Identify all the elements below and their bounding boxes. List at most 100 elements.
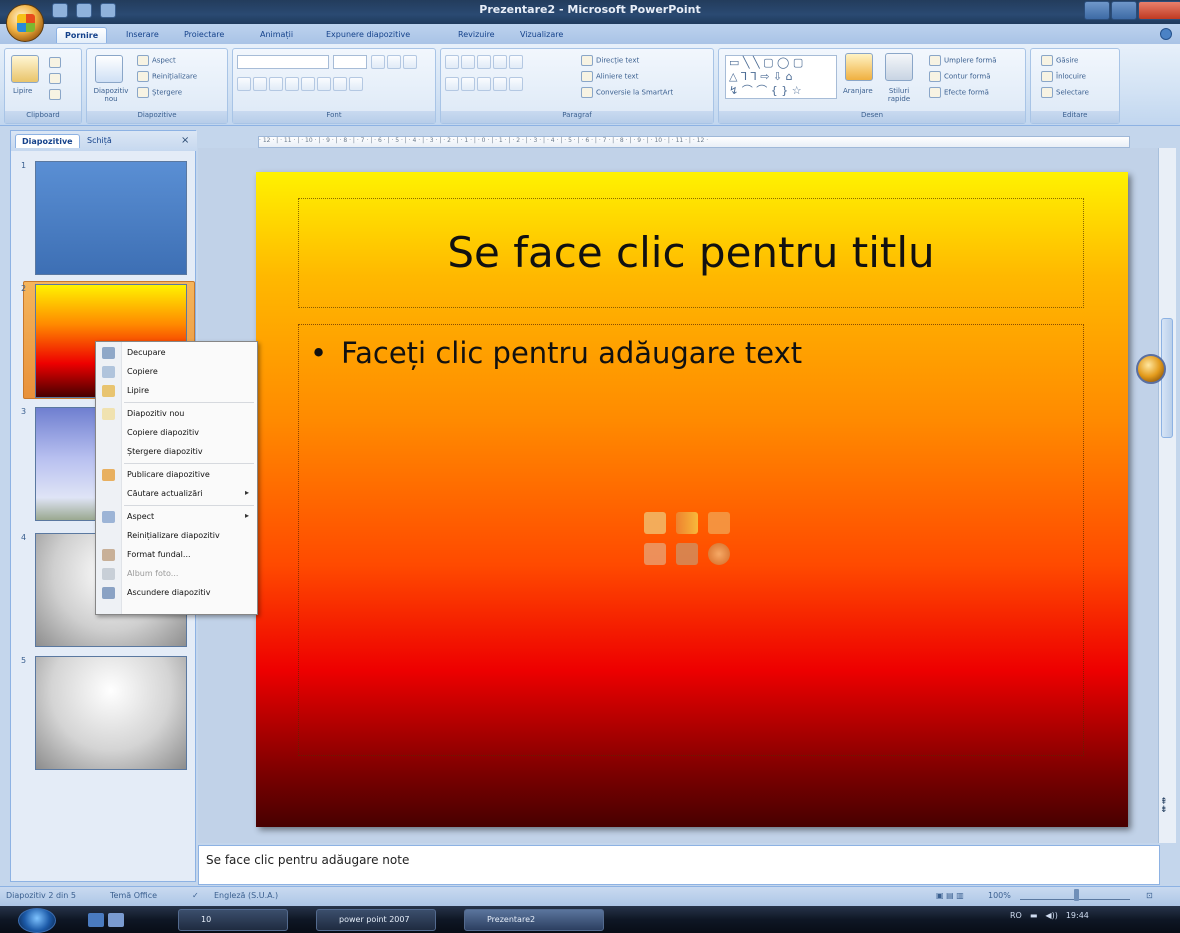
menu-item-format-background[interactable]: Format fundal... [96,546,257,564]
zoom-slider-thumb[interactable] [1074,889,1079,901]
tab-expunere-diapozitive[interactable]: Expunere diapozitive [318,27,418,42]
maximize-button[interactable] [1111,1,1137,20]
grow-font-icon[interactable] [371,55,385,69]
tab-inserare[interactable]: Inserare [118,27,167,42]
format-painter-icon[interactable] [49,89,64,100]
show-desktop-icon[interactable] [88,913,104,927]
taskbar-item-word-doc[interactable]: power point 2007 [316,909,436,931]
arrange-button[interactable]: Aranjare [843,87,873,95]
line-spacing-icon[interactable] [509,55,523,69]
insert-picture-icon[interactable] [644,543,666,565]
paste-icon[interactable] [11,55,39,83]
indent-inc-icon[interactable] [493,55,507,69]
office-button[interactable] [6,4,44,42]
align-left-icon[interactable] [445,77,459,91]
numbering-icon[interactable] [461,55,475,69]
indent-dec-icon[interactable] [477,55,491,69]
close-button[interactable] [1138,1,1180,20]
menu-item-paste[interactable]: Lipire [96,382,257,400]
tab-slides[interactable]: Diapozitive [15,134,80,148]
close-icon[interactable]: × [181,135,189,146]
save-icon[interactable] [52,3,68,18]
quick-styles-icon[interactable] [885,53,913,81]
new-slide-button[interactable]: Diapozitiv nou [91,87,131,103]
tab-proiectare[interactable]: Proiectare [176,27,232,42]
redo-icon[interactable] [100,3,116,18]
shape-effects-button[interactable]: Efecte formă [929,87,989,98]
insert-table-icon[interactable] [644,512,666,534]
menu-item-publish-slides[interactable]: Publicare diapozitive [96,466,257,484]
font-name-combo[interactable] [237,55,329,69]
zoom-level[interactable]: 100% [988,891,1011,900]
slide-body-text[interactable]: • Faceți clic pentru adăugare text [310,336,802,370]
underline-icon[interactable] [269,77,283,91]
menu-item-hide-slide[interactable]: Ascundere diapozitiv [96,584,257,602]
arrange-icon[interactable] [845,53,873,81]
spellcheck-icon[interactable]: ✓ [192,891,199,900]
taskbar-item-folder[interactable]: 10 [178,909,288,931]
tab-vizualizare[interactable]: Vizualizare [512,27,571,42]
undo-icon[interactable] [76,3,92,18]
text-direction-button[interactable]: Direcție text [581,55,639,66]
justify-icon[interactable] [493,77,507,91]
menu-item-new-slide[interactable]: Diapozitiv nou [96,405,257,423]
fit-to-window-icon[interactable]: ⊡ [1146,891,1153,900]
language-indicator[interactable]: Engleză (S.U.A.) [214,891,278,900]
align-text-button[interactable]: Aliniere text [581,71,638,82]
slide-thumbnail[interactable] [35,656,187,770]
menu-item-duplicate-slide[interactable]: Copiere diapozitiv [96,424,257,442]
cut-icon[interactable] [49,57,64,68]
columns-icon[interactable] [509,77,523,91]
help-icon[interactable] [1160,28,1172,40]
menu-item-delete-slide[interactable]: Ștergere diapozitiv [96,443,257,461]
paste-button[interactable]: Lipire [13,87,32,95]
slide-title-text[interactable]: Se face clic pentru titlu [298,228,1084,277]
language-bar[interactable]: RO [1010,911,1022,920]
strikethrough-icon[interactable] [285,77,299,91]
view-buttons[interactable]: ▣ ▤ ▥ [936,891,964,900]
reset-button[interactable]: Reinițializare [137,71,197,82]
tab-revizuire[interactable]: Revizuire [450,27,503,42]
menu-item-reset-slide[interactable]: Reinițializare diapozitiv [96,527,257,545]
bullets-icon[interactable] [445,55,459,69]
italic-icon[interactable] [253,77,267,91]
menu-item-cut[interactable]: Decupare [96,344,257,362]
font-color-icon[interactable] [349,77,363,91]
replace-button[interactable]: Înlocuire [1041,71,1086,82]
switch-windows-icon[interactable] [108,913,124,927]
menu-item-check-updates[interactable]: Căutare actualizări ▸ [96,485,257,503]
tab-pornire[interactable]: Pornire [56,27,108,43]
copy-icon[interactable] [49,73,64,84]
clear-format-icon[interactable] [403,55,417,69]
vertical-scrollbar[interactable] [1158,148,1176,843]
delete-button[interactable]: Ștergere [137,87,182,98]
shape-fill-button[interactable]: Umplere formă [929,55,997,66]
slide-thumbnail[interactable] [35,161,187,275]
floating-orb-icon[interactable] [1136,354,1166,384]
case-icon[interactable] [333,77,347,91]
shapes-gallery[interactable]: ▭ ╲ ╲ ▢ ◯ ▢ △ ⅂ ⅂ ⇨ ⇩ ⌂ ↯ ⌒ ⌒ { } ☆ [725,55,837,99]
start-button[interactable] [18,908,56,933]
align-center-icon[interactable] [461,77,475,91]
clock[interactable]: 19:44 [1066,911,1089,920]
font-size-combo[interactable] [333,55,367,69]
smartart-button[interactable]: Conversie la SmartArt [581,87,673,98]
bold-icon[interactable] [237,77,251,91]
shape-outline-button[interactable]: Contur formă [929,71,991,82]
minimize-button[interactable] [1084,1,1110,20]
volume-icon[interactable]: ◀)) [1045,911,1057,920]
quick-styles-button[interactable]: Stiluri rapide [879,87,919,103]
slide-nav-buttons[interactable]: ⇞ ⇟ [1160,798,1168,815]
horizontal-ruler[interactable]: · 12 · | · 11 · | · 10 · | · 9 · | · 8 ·… [258,136,1130,148]
tab-outline[interactable]: Schiță [81,134,118,147]
menu-item-layout[interactable]: Aspect ▸ [96,508,257,526]
select-button[interactable]: Selectare [1041,87,1089,98]
insert-clipart-icon[interactable] [676,543,698,565]
menu-item-copy[interactable]: Copiere [96,363,257,381]
spacing-icon[interactable] [317,77,331,91]
new-slide-icon[interactable] [95,55,123,83]
insert-media-icon[interactable] [708,543,730,565]
insert-smartart-icon[interactable] [708,512,730,534]
insert-chart-icon[interactable] [676,512,698,534]
find-button[interactable]: Găsire [1041,55,1078,66]
